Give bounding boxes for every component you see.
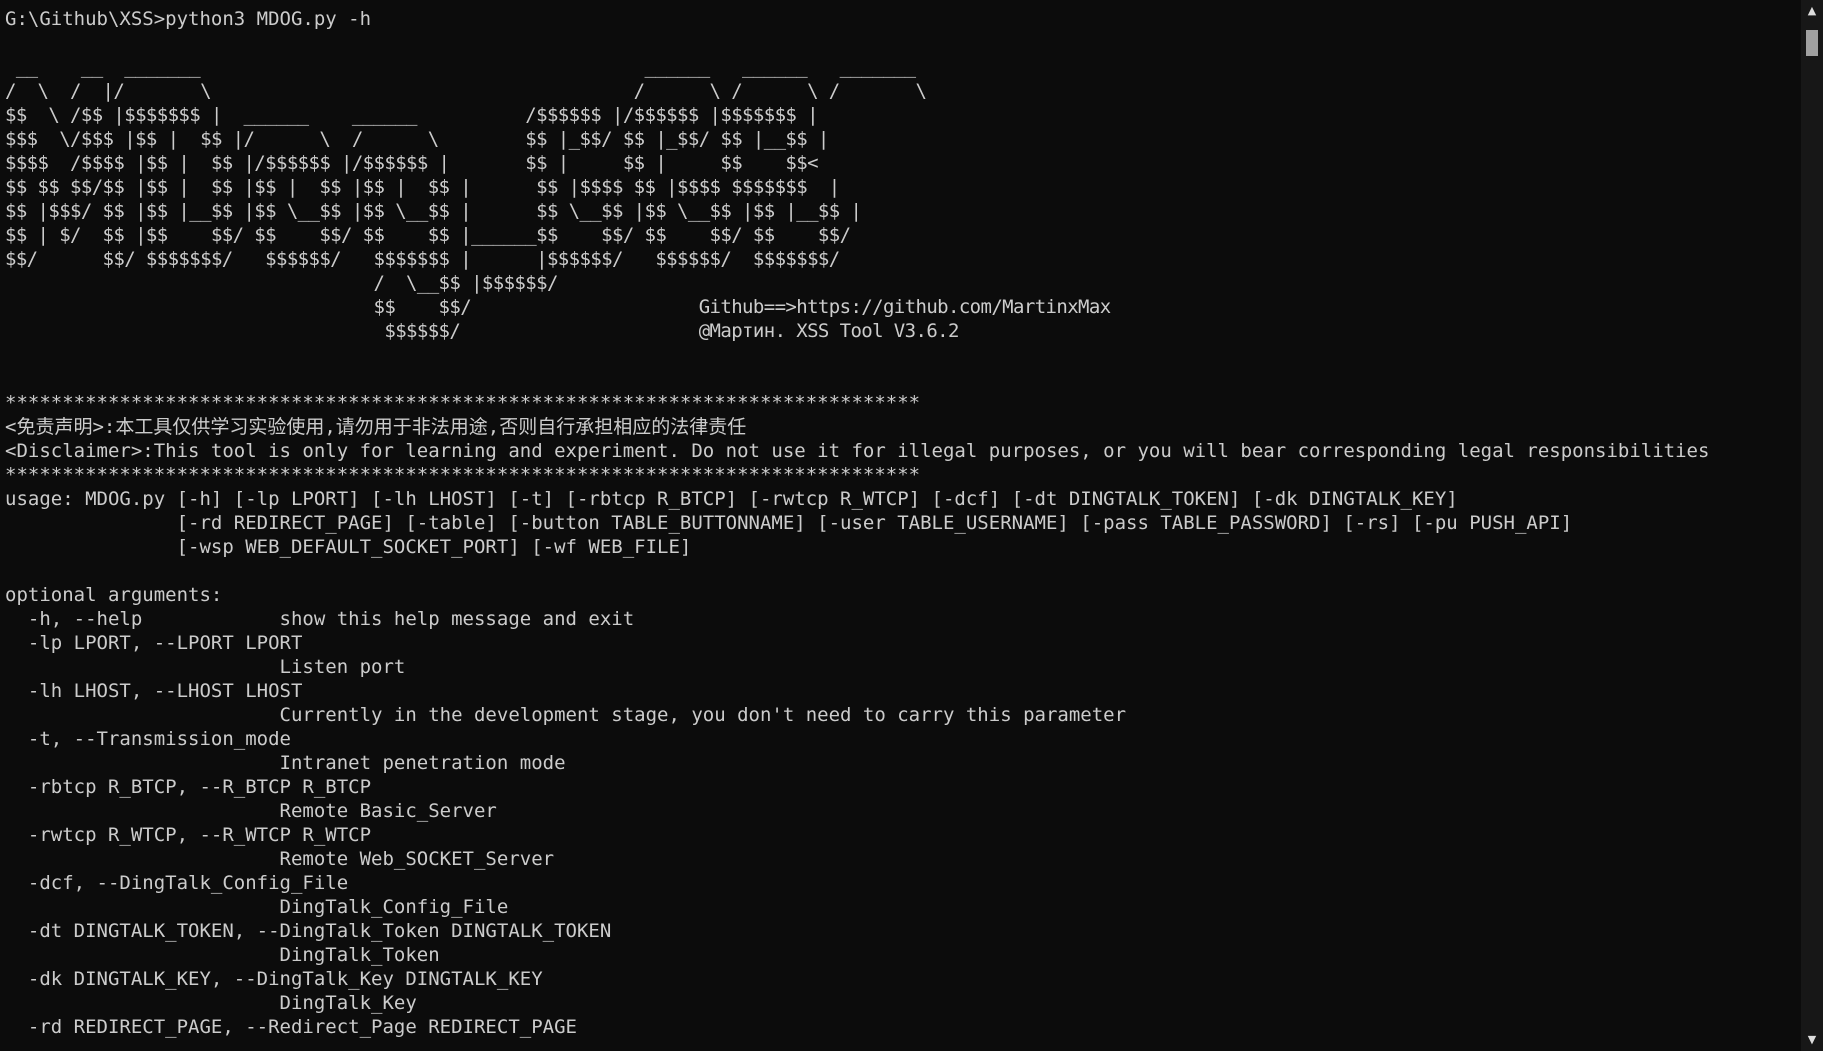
separator-line: ****************************************…	[5, 392, 921, 414]
option-line: -lp LPORT, --LPORT LPORT	[5, 632, 303, 654]
option-line: -dcf, --DingTalk_Config_File	[5, 872, 349, 894]
option-line: -t, --Transmission_mode	[5, 728, 291, 750]
usage-block: usage: MDOG.py [-h] [-lp LPORT] [-lh LHO…	[5, 487, 1795, 559]
option-line: -h, --help show this help message and ex…	[5, 608, 635, 630]
option-line: Remote Basic_Server	[5, 800, 497, 822]
separator-line: ****************************************…	[5, 464, 921, 486]
scroll-down-icon[interactable]: ▼	[1801, 1029, 1823, 1051]
scrollbar-thumb[interactable]	[1806, 30, 1818, 56]
vertical-scrollbar[interactable]: ▲ ▼	[1801, 0, 1823, 1051]
banner-github-line: $$ $$/ Github==>https://github.com/Marti…	[5, 296, 1112, 318]
option-line: DingTalk_Key	[5, 992, 417, 1014]
banner-line: $$ \ /$$ |$$$$$$$ | ______ ______ /$$$$$…	[5, 104, 819, 126]
options-list: -h, --help show this help message and ex…	[5, 607, 1795, 1039]
option-line: Currently in the development stage, you …	[5, 704, 1127, 726]
option-line: DingTalk_Config_File	[5, 896, 509, 918]
ascii-banner: __ __ _______ ______ ______ _______ / \ …	[5, 55, 1795, 343]
banner-line: $$ $$ $$/$$ |$$ | $$ |$$ | $$ |$$ | $$ |…	[5, 176, 840, 198]
terminal-output[interactable]: G:\Github\XSS>python3 MDOG.py -h __ __ _…	[5, 7, 1795, 1051]
option-line: Listen port	[5, 656, 406, 678]
banner-line: / \__$$ |$$$$$$/	[5, 272, 559, 294]
disclaimer-chinese: <免责声明>:本工具仅供学习实验使用,请勿用于非法用途,否则自行承担相应的法律责…	[5, 416, 747, 438]
banner-line: $$/ $$/ $$$$$$$/ $$$$$$/ $$$$$$$ | |$$$$…	[5, 248, 840, 270]
options-header: optional arguments:	[5, 584, 223, 606]
banner-line: $$$ \/$$$ |$$ | $$ |/ \ / \ $$ |_$$/ $$ …	[5, 128, 829, 150]
option-line: -lh LHOST, --LHOST LHOST	[5, 680, 303, 702]
scroll-up-icon[interactable]: ▲	[1801, 0, 1823, 22]
option-line: Remote Web_SOCKET_Server	[5, 848, 555, 870]
banner-line: / \ / |/ \ / \ / \ / \	[5, 80, 927, 102]
option-line: -dt DINGTALK_TOKEN, --DingTalk_Token DIN…	[5, 920, 612, 942]
usage-line: usage: MDOG.py [-h] [-lp LPORT] [-lh LHO…	[5, 488, 1458, 510]
terminal-window[interactable]: G:\Github\XSS>python3 MDOG.py -h __ __ _…	[0, 0, 1823, 1051]
option-line: Intranet penetration mode	[5, 752, 566, 774]
option-line: -rwtcp R_WTCP, --R_WTCP R_WTCP	[5, 824, 372, 846]
option-line: DingTalk_Token	[5, 944, 440, 966]
banner-line: __ __ _______ ______ ______ _______	[5, 56, 927, 78]
banner-line: $$ | $/ $$ |$$ $$/ $$ $$/ $$ $$ |______$…	[5, 224, 851, 246]
option-line: -dk DINGTALK_KEY, --DingTalk_Key DINGTAL…	[5, 968, 543, 990]
command-line: G:\Github\XSS>python3 MDOG.py -h	[5, 8, 372, 30]
disclaimer-english: <Disclaimer>:This tool is only for learn…	[5, 440, 1710, 462]
banner-version-line: $$$$$$/ @Мартин. XSS Tool V3.6.2	[5, 320, 959, 342]
usage-line: [-wsp WEB_DEFAULT_SOCKET_PORT] [-wf WEB_…	[5, 536, 692, 558]
option-line: -rd REDIRECT_PAGE, --Redirect_Page REDIR…	[5, 1016, 577, 1038]
usage-line: [-rd REDIRECT_PAGE] [-table] [-button TA…	[5, 512, 1573, 534]
option-line: -rbtcp R_BTCP, --R_BTCP R_BTCP	[5, 776, 372, 798]
banner-line: $$$$ /$$$$ |$$ | $$ |/$$$$$$ |/$$$$$$ | …	[5, 152, 819, 174]
banner-line: $$ |$$$/ $$ |$$ |__$$ |$$ \__$$ |$$ \__$…	[5, 200, 862, 222]
